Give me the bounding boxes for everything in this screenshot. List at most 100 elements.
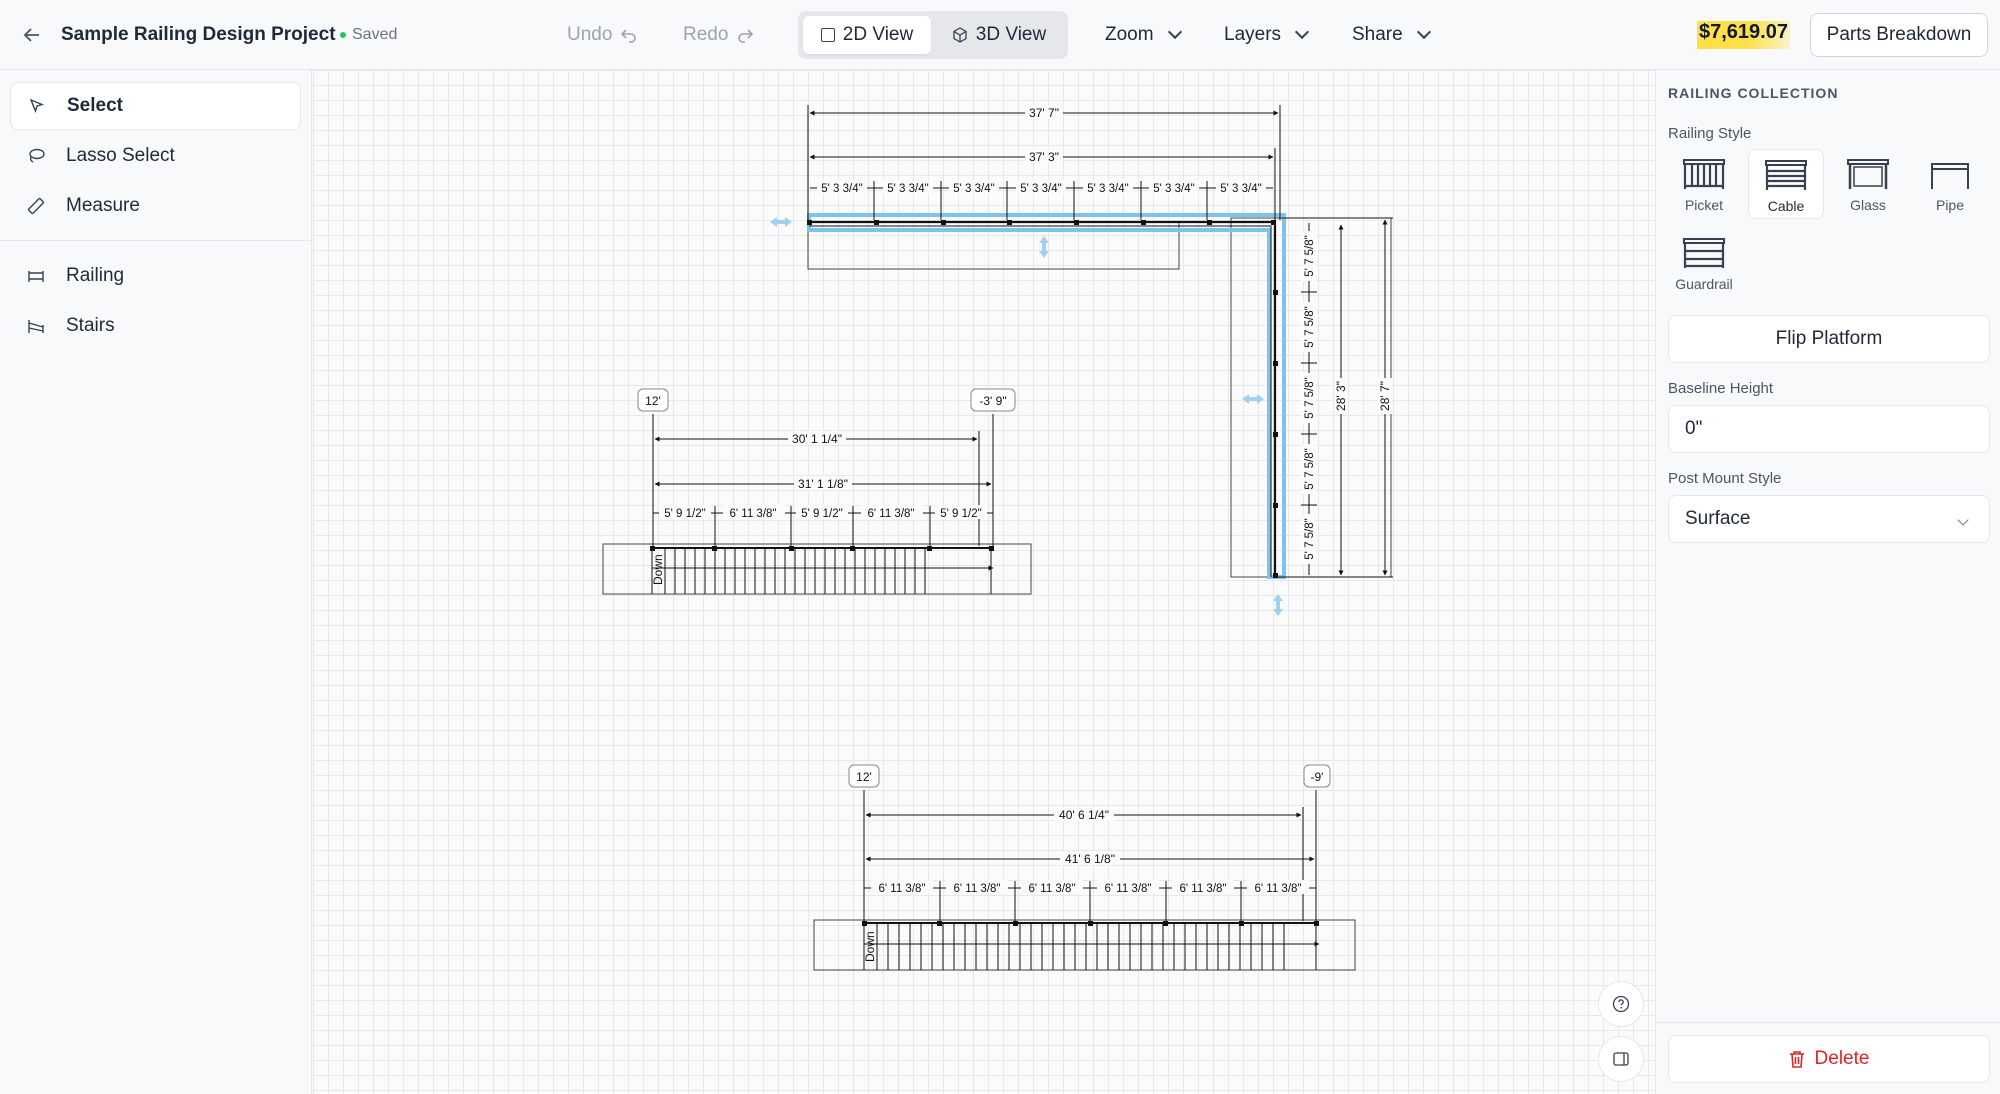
dim-right-seg: 5' 7 5/8" [1304, 306, 1316, 347]
measure-label: Measure [66, 195, 140, 216]
chevron-down-icon [1957, 514, 1969, 526]
properties-panel: RAILING COLLECTION Railing Style Picket … [1655, 70, 2000, 1094]
stairs-2-seg: 6' 11 3/8" [954, 883, 1001, 895]
post-mount-select[interactable]: Surface [1668, 495, 1990, 543]
dim-right-seg: 5' 7 5/8" [1304, 235, 1316, 276]
dim-right-seg: 5' 7 5/8" [1304, 377, 1316, 418]
chevron-down-icon [1167, 24, 1182, 40]
share-label: Share [1352, 24, 1403, 45]
square-icon [820, 28, 835, 42]
post-mount-label: Post Mount Style [1668, 470, 1782, 487]
picket-railing-icon [1683, 159, 1725, 189]
panel-footer-divider [1656, 1022, 2000, 1023]
style-picket[interactable]: Picket [1666, 149, 1742, 219]
flip-platform-button[interactable]: Flip Platform [1668, 315, 1990, 363]
baseline-height-input[interactable]: 0" [1668, 405, 1990, 453]
stairs-1-dim-b: 31' 1 1/8" [798, 477, 848, 491]
delete-button[interactable]: Delete [1668, 1035, 1990, 1083]
help-icon[interactable] [1598, 981, 1644, 1027]
stairs-2-dim-a: 40' 6 1/4" [1059, 808, 1109, 822]
view-2d-button[interactable]: 2D View [803, 16, 931, 54]
stairs-1-dim-a: 30' 1 1/4" [792, 432, 842, 446]
design-canvas[interactable]: 37' 7" 37' 3" 5' 3 3/4" 5' 3 3/4" 5' 3 3… [313, 70, 1655, 1094]
stairs-1-right-marker: -3' 9" [979, 394, 1006, 408]
dim-right-seg: 5' 7 5/8" [1304, 448, 1316, 489]
undo-icon [621, 29, 637, 43]
dim-top-seg: 5' 3 3/4" [953, 183, 994, 195]
resize-handles[interactable] [770, 217, 1283, 616]
stairs-1-seg: 5' 9 1/2" [801, 508, 842, 520]
dim-top-overall: 37' 7" [1029, 106, 1059, 120]
lasso-select-tool[interactable]: Lasso Select [10, 132, 301, 180]
stairs-1-direction: Down [651, 554, 665, 585]
total-price: $7,619.07 [1697, 21, 1790, 49]
post-mount-value: Surface [1685, 508, 1751, 529]
style-guardrail[interactable]: Guardrail [1666, 228, 1742, 298]
zoom-menu[interactable]: Zoom [1105, 0, 1182, 70]
top-bar: Sample Railing Design Project Saved Undo… [0, 0, 2000, 70]
stairs-2[interactable]: Down 12' -9' 40' 6 1/4" 41' 6 1/8" 6' 11… [813, 764, 1356, 971]
stairs-1-outline [602, 543, 1032, 595]
style-pipe-label: Pipe [1935, 197, 1965, 213]
stairs-1-seg: 6' 11 3/8" [730, 508, 777, 520]
layers-label: Layers [1224, 24, 1282, 45]
save-status-text: Saved [352, 26, 398, 43]
stairs-1-seg: 6' 11 3/8" [868, 508, 915, 520]
redo-button[interactable]: Redo [683, 0, 754, 70]
stairs-2-treads [876, 923, 1285, 970]
stairs-1-left-marker: 12' [645, 394, 661, 408]
ruler-icon [26, 196, 46, 216]
lasso-select-label: Lasso Select [66, 145, 175, 166]
stairs-2-direction: Down [863, 931, 877, 962]
railing-style-label: Railing Style [1668, 125, 1752, 142]
redo-icon [738, 29, 754, 43]
stairs-label: Stairs [66, 315, 115, 336]
view-3d-label: 3D View [975, 24, 1047, 45]
undo-label: Undo [567, 24, 613, 45]
style-picket-label: Picket [1684, 197, 1724, 213]
view-3d-button[interactable]: 3D View [935, 16, 1063, 54]
undo-button[interactable]: Undo [567, 0, 638, 70]
style-pipe[interactable]: Pipe [1912, 149, 1988, 219]
stairs-2-outline [813, 919, 1356, 971]
panel-toggle-icon[interactable] [1598, 1036, 1644, 1082]
stairs-tool[interactable]: Stairs [10, 302, 301, 350]
stairs-2-seg: 6' 11 3/8" [1029, 883, 1076, 895]
pipe-railing-icon [1931, 163, 1969, 189]
glass-railing-icon [1847, 159, 1889, 189]
dim-top-seg: 5' 3 3/4" [1153, 183, 1194, 195]
stairs-2-seg: 6' 11 3/8" [1255, 883, 1302, 895]
layers-menu[interactable]: Layers [1224, 0, 1310, 70]
dim-top-seg: 5' 3 3/4" [887, 183, 928, 195]
style-glass[interactable]: Glass [1830, 149, 1906, 219]
status-dot [340, 32, 346, 38]
stairs-2-dim-b: 41' 6 1/8" [1065, 852, 1115, 866]
dim-right-inner: 28' 3" [1334, 381, 1348, 411]
stairs-2-left-marker: 12' [856, 770, 872, 784]
style-cable-label: Cable [1767, 198, 1805, 214]
share-menu[interactable]: Share [1352, 0, 1431, 70]
railing-label: Railing [66, 265, 125, 286]
parts-breakdown-button[interactable]: Parts Breakdown [1810, 13, 1988, 57]
select-tool-label: Select [67, 95, 123, 116]
stairs-1-treads [664, 548, 926, 594]
stairs-2-seg: 6' 11 3/8" [1180, 883, 1227, 895]
dim-right-overall: 28' 7" [1378, 381, 1392, 411]
style-guardrail-label: Guardrail [1675, 276, 1733, 292]
project-title: Sample Railing Design Project [61, 24, 336, 45]
chevron-down-icon [1294, 24, 1310, 40]
select-tool[interactable]: Select [10, 82, 301, 130]
railing-l-shape[interactable]: 37' 7" 37' 3" 5' 3 3/4" 5' 3 3/4" 5' 3 3… [770, 105, 1393, 616]
arrow-left-icon[interactable] [22, 0, 46, 70]
sidebar-divider [0, 240, 312, 241]
railing-icon [26, 266, 46, 286]
stairs-1-seg: 5' 9 1/2" [664, 508, 705, 520]
style-cable[interactable]: Cable [1748, 149, 1824, 219]
dim-top-seg: 5' 3 3/4" [1220, 183, 1261, 195]
left-sidebar: Select Lasso Select Measure Railing Stai… [0, 70, 312, 1094]
dim-top-seg: 5' 3 3/4" [821, 183, 862, 195]
stairs-icon [26, 316, 46, 336]
stairs-1[interactable]: Down 12' -3' 9" 30' 1 1/4" 31' 1 1/8" 5'… [602, 388, 1032, 595]
measure-tool[interactable]: Measure [10, 182, 301, 230]
railing-tool[interactable]: Railing [10, 252, 301, 300]
